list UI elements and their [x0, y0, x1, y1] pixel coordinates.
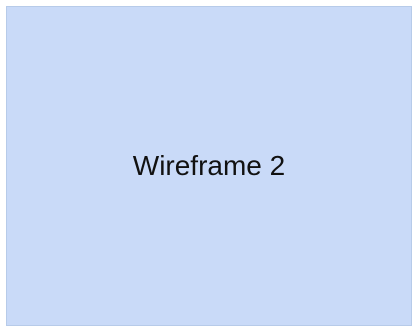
canvas: Wireframe 2 [0, 0, 418, 333]
wireframe-label: Wireframe 2 [132, 150, 286, 181]
wireframe-placeholder: Wireframe 2 [6, 6, 412, 326]
